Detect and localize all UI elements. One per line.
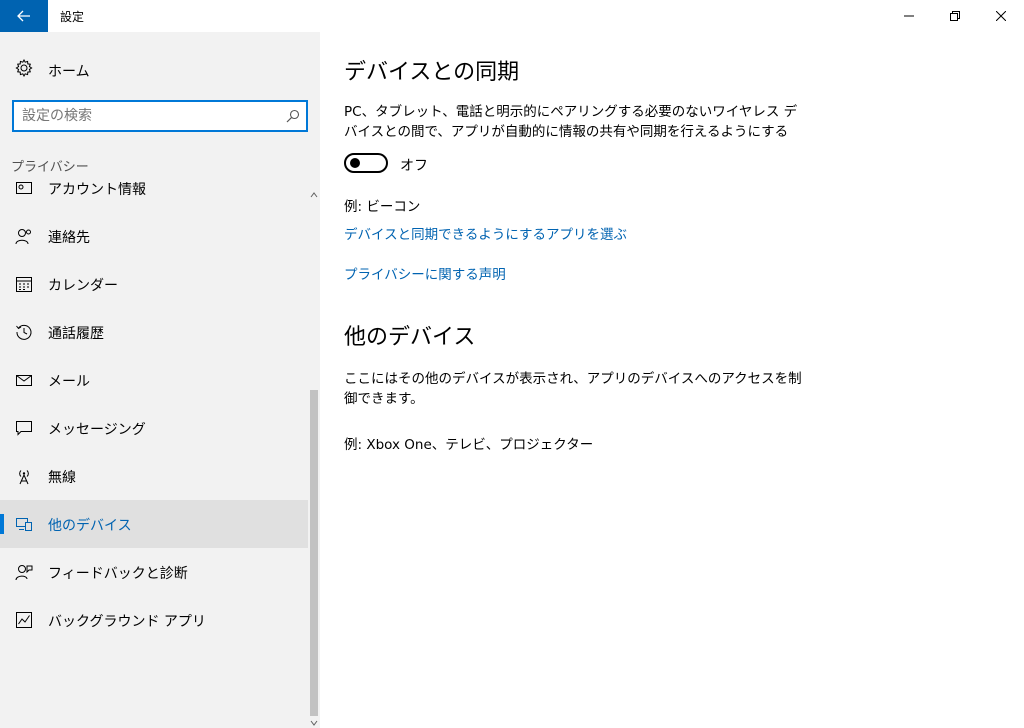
- scroll-down-arrow-icon[interactable]: [309, 718, 319, 728]
- sidebar-nav-list: アカウント情報 連絡先 カレンダー 通話履歴 メール メッセージング 無線 他の…: [0, 182, 308, 728]
- feedback-icon: [15, 565, 33, 581]
- sidebar-item-label: バックグラウンド アプリ: [48, 614, 206, 630]
- gear-icon: [15, 59, 33, 77]
- sync-description: PC、タブレット、電話と明示的にペアリングする必要のないワイヤレス デバイスとの…: [344, 104, 798, 140]
- toggle-state-label: オフ: [400, 158, 428, 174]
- selection-indicator: [0, 514, 4, 534]
- sidebar: ホーム プライバシー アカウント情報 連絡先: [0, 32, 320, 728]
- sidebar-item-label: 通話履歴: [48, 326, 104, 342]
- back-arrow-icon: [17, 10, 30, 22]
- sidebar-item-label: アカウント情報: [48, 182, 146, 198]
- sidebar-scrollbar[interactable]: [309, 184, 319, 728]
- contacts-icon: [15, 229, 31, 245]
- search-box[interactable]: [12, 100, 308, 132]
- sidebar-item-label: ホーム: [48, 64, 90, 80]
- sidebar-item-mail[interactable]: メール: [0, 356, 308, 404]
- sidebar-item-radios[interactable]: 無線: [0, 452, 308, 500]
- mail-icon: [16, 375, 32, 386]
- search-icon[interactable]: [286, 109, 300, 123]
- other-devices-heading: 他のデバイス: [344, 325, 476, 350]
- section-header-privacy: プライバシー: [11, 160, 89, 175]
- calendar-icon: [16, 277, 32, 292]
- sidebar-item-feedback[interactable]: フィードバックと診断: [0, 548, 308, 596]
- sidebar-item-label: メール: [48, 374, 90, 390]
- sidebar-item-messaging[interactable]: メッセージング: [0, 404, 308, 452]
- page-title: デバイスとの同期: [344, 60, 520, 85]
- main-content: デバイスとの同期 PC、タブレット、電話と明示的にペアリングする必要のないワイヤ…: [320, 32, 1024, 728]
- window-title: 設定: [60, 10, 85, 24]
- scrollbar-thumb[interactable]: [310, 390, 318, 716]
- sidebar-item-label: 他のデバイス: [48, 518, 132, 534]
- account-info-icon: [16, 182, 32, 194]
- sidebar-item-other-devices[interactable]: 他のデバイス: [0, 500, 308, 548]
- other-devices-description: ここにはその他のデバイスが表示され、アプリのデバイスへのアクセスを制御できます。: [344, 371, 802, 407]
- privacy-statement-link[interactable]: プライバシーに関する声明: [344, 263, 506, 283]
- sync-toggle[interactable]: [344, 153, 388, 173]
- example-text-devices: 例: Xbox One、テレビ、プロジェクター: [344, 437, 594, 453]
- sidebar-item-label: メッセージング: [48, 422, 146, 438]
- sidebar-item-account-info[interactable]: アカウント情報: [0, 182, 308, 212]
- call-history-icon: [16, 324, 32, 340]
- close-icon: [996, 11, 1006, 21]
- title-bar: 設定: [0, 0, 1024, 32]
- back-button[interactable]: [0, 0, 48, 32]
- sidebar-item-calendar[interactable]: カレンダー: [0, 260, 308, 308]
- sidebar-item-call-history[interactable]: 通話履歴: [0, 308, 308, 356]
- restore-button[interactable]: [932, 0, 978, 32]
- sidebar-item-label: フィードバックと診断: [48, 566, 188, 582]
- sidebar-item-contacts[interactable]: 連絡先: [0, 212, 308, 260]
- sidebar-item-label: 連絡先: [48, 230, 90, 246]
- sidebar-item-home[interactable]: ホーム: [0, 52, 308, 86]
- restore-icon: [950, 11, 960, 21]
- radios-icon: [19, 470, 29, 485]
- choose-apps-link[interactable]: デバイスと同期できるようにするアプリを選ぶ: [344, 223, 627, 243]
- minimize-icon: [904, 15, 914, 17]
- sidebar-item-background-apps[interactable]: バックグラウンド アプリ: [0, 596, 308, 644]
- other-devices-icon: [16, 518, 32, 531]
- sidebar-item-label: 無線: [48, 470, 76, 486]
- toggle-knob: [350, 158, 360, 168]
- scroll-up-arrow-icon[interactable]: [309, 190, 319, 200]
- minimize-button[interactable]: [886, 0, 932, 32]
- messaging-icon: [16, 421, 32, 436]
- close-button[interactable]: [978, 0, 1024, 32]
- example-text-beacon: 例: ビーコン: [344, 199, 421, 215]
- search-input[interactable]: [22, 106, 282, 126]
- background-apps-icon: [16, 612, 32, 628]
- sidebar-item-label: カレンダー: [48, 278, 118, 294]
